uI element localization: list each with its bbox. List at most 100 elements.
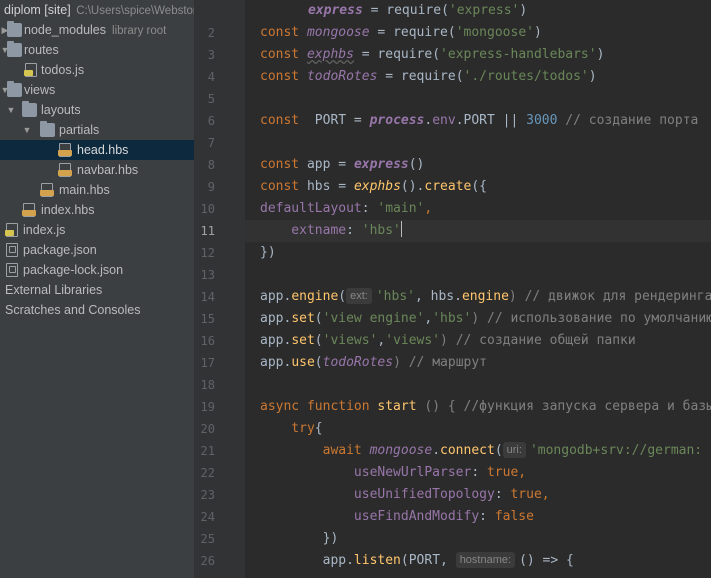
folder-icon xyxy=(7,41,22,57)
json-file-icon xyxy=(5,243,20,257)
code-line-8[interactable]: const app = express() xyxy=(260,154,424,176)
line-number: 6 xyxy=(207,114,215,128)
tree-item-index-js[interactable]: index.js xyxy=(0,220,194,240)
tree-item-label: index.js xyxy=(23,223,66,237)
line-number: 12 xyxy=(200,246,215,260)
tree-item-label: node_modules library root xyxy=(24,23,167,37)
line-number: 24 xyxy=(200,510,215,524)
library-root-hint: library root xyxy=(112,25,167,37)
project-root-path: C:\Users\spice\WebstormProjects\diplom xyxy=(76,5,194,17)
project-root-row[interactable]: diplom [site] C:\Users\spice\WebstormPro… xyxy=(0,0,194,20)
project-tool-window: diplom [site] C:\Users\spice\WebstormPro… xyxy=(0,0,195,578)
tree-item-layouts[interactable]: ▼ layouts xyxy=(0,100,194,120)
tree-item-label: index.hbs xyxy=(41,203,95,217)
tree-item-views[interactable]: ▼ views xyxy=(0,80,194,100)
project-root-name: diplom [site] xyxy=(4,3,71,17)
tree-item-label: partials xyxy=(59,123,100,137)
line-number: 14 xyxy=(200,290,215,304)
line-number: 3 xyxy=(207,48,215,62)
tree-item-scratches[interactable]: Scratches and Consoles xyxy=(0,300,194,320)
code-line-21[interactable]: await mongoose.connect(uri:'mongodb+srv:… xyxy=(260,440,702,462)
line-number: 20 xyxy=(200,422,215,436)
line-number: 9 xyxy=(207,180,215,194)
tree-item-label: views xyxy=(24,83,56,97)
js-file-icon xyxy=(5,223,20,237)
code-line-25[interactable]: }) xyxy=(260,528,339,550)
tree-item-label: routes xyxy=(24,43,59,57)
tree-item-routes[interactable]: ▼ routes xyxy=(0,40,194,60)
tree-item-label: layouts xyxy=(41,103,81,117)
folder-icon xyxy=(7,81,22,97)
line-number: 4 xyxy=(207,70,215,84)
line-number: 16 xyxy=(200,334,215,348)
tree-item-label: package.json xyxy=(23,243,97,257)
tree-item-label: navbar.hbs xyxy=(77,163,139,177)
tree-item-external-libraries[interactable]: External Libraries xyxy=(0,280,194,300)
hbs-file-icon xyxy=(40,183,55,197)
tree-item-node-modules[interactable]: ▶ node_modules library root xyxy=(0,20,194,40)
folder-icon xyxy=(40,121,55,137)
folder-icon xyxy=(22,101,37,117)
code-line-26[interactable]: app.listen(PORT, hostname:() => { xyxy=(260,550,574,572)
tree-item-index-hbs[interactable]: index.hbs xyxy=(0,200,194,220)
line-number: 7 xyxy=(207,136,215,150)
code-line-3[interactable]: const exphbs = require('express-handleba… xyxy=(260,44,604,66)
tree-item-package-lock-json[interactable]: package-lock.json xyxy=(0,260,194,280)
line-number: 2 xyxy=(207,26,215,40)
code-line-17[interactable]: app.use(todoRotes) // маршрут xyxy=(260,352,487,374)
code-line-11[interactable]: extname: 'hbs' xyxy=(260,220,402,242)
code-line-16[interactable]: app.set('views','views') // создание общ… xyxy=(260,330,636,352)
js-file-icon xyxy=(24,63,39,77)
code-line-19[interactable]: async function start () { //функция запу… xyxy=(260,396,711,418)
parameter-hint: hostname: xyxy=(455,552,516,568)
code-line-14[interactable]: app.engine(ext:'hbs', hbs.engine) // дви… xyxy=(260,286,711,308)
tree-item-label: todos.js xyxy=(41,63,85,77)
hbs-file-icon xyxy=(58,163,73,177)
parameter-hint: ext: xyxy=(346,288,372,304)
code-line-6[interactable]: const PORT = process.env.PORT || 3000 //… xyxy=(260,110,698,132)
line-number: 25 xyxy=(200,532,215,546)
text-caret xyxy=(400,221,402,237)
tree-item-label: package-lock.json xyxy=(23,263,124,277)
code-line-9[interactable]: const hbs = exphbs().create({ xyxy=(260,176,487,198)
chevron-down-icon[interactable]: ▼ xyxy=(6,100,16,120)
tree-item-main-hbs[interactable]: main.hbs xyxy=(0,180,194,200)
tree-item-label: main.hbs xyxy=(59,183,110,197)
tree-item-label: External Libraries xyxy=(5,283,103,297)
json-file-icon xyxy=(5,263,20,277)
line-number: 10 xyxy=(200,202,215,216)
line-number: 18 xyxy=(200,378,215,392)
line-number: 22 xyxy=(200,466,215,480)
line-number-gutter: 2 3 4 5 6 7 8 9 10 11 12 13 14 15 16 17 … xyxy=(195,0,245,578)
tree-item-head-hbs[interactable]: head.hbs xyxy=(0,140,194,160)
tree-item-todos-js[interactable]: todos.js xyxy=(0,60,194,80)
code-line-22[interactable]: useNewUrlParser: true, xyxy=(260,462,526,484)
line-number: 21 xyxy=(200,444,215,458)
chevron-down-icon[interactable]: ▼ xyxy=(22,120,32,140)
code-line-20[interactable]: try{ xyxy=(260,418,322,440)
hbs-file-icon xyxy=(58,143,73,157)
code-line-1[interactable]: express = require('express') xyxy=(308,0,527,22)
code-line-12[interactable]: }) xyxy=(260,242,276,264)
code-line-23[interactable]: useUnifiedTopology: true, xyxy=(260,484,550,506)
tree-item-label: head.hbs xyxy=(77,143,129,157)
code-line-10[interactable]: defaultLayout: 'main', xyxy=(260,198,432,220)
line-number: 8 xyxy=(207,158,215,172)
line-number: 5 xyxy=(207,92,215,106)
tree-item-label: Scratches and Consoles xyxy=(5,303,141,317)
folder-icon xyxy=(7,21,22,37)
current-line-number: 11 xyxy=(200,224,215,238)
hbs-file-icon xyxy=(22,203,37,217)
code-line-4[interactable]: const todoRotes = require('./routes/todo… xyxy=(260,66,597,88)
tree-item-partials[interactable]: ▼ partials xyxy=(0,120,194,140)
code-line-24[interactable]: useFindAndModify: false xyxy=(260,506,534,528)
line-number: 17 xyxy=(200,356,215,370)
line-number: 13 xyxy=(200,268,215,282)
parameter-hint: uri: xyxy=(502,442,526,458)
tree-item-navbar-hbs[interactable]: navbar.hbs xyxy=(0,160,194,180)
tree-item-package-json[interactable]: package.json xyxy=(0,240,194,260)
code-editor[interactable]: 2 3 4 5 6 7 8 9 10 11 12 13 14 15 16 17 … xyxy=(195,0,711,578)
code-line-15[interactable]: app.set('view engine','hbs') // использо… xyxy=(260,308,711,330)
code-line-2[interactable]: const mongoose = require('mongoose') xyxy=(260,22,542,44)
line-number: 15 xyxy=(200,312,215,326)
